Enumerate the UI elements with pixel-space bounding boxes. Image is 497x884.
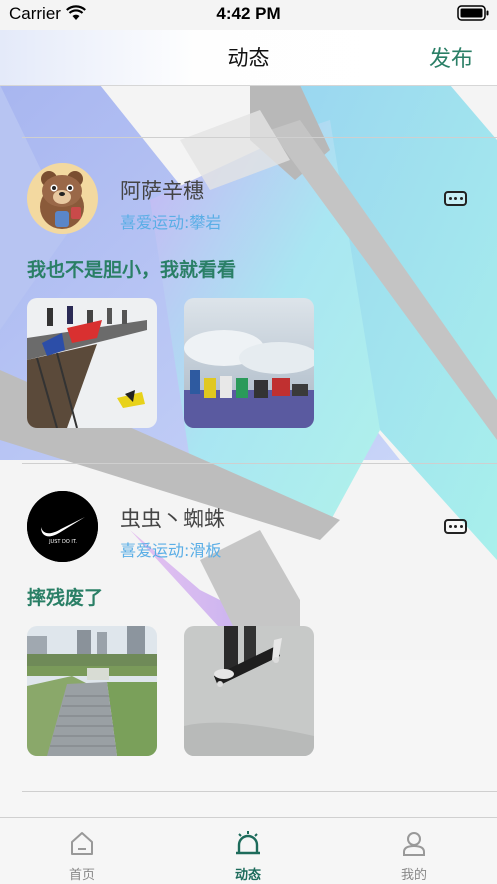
post-card: 阿萨辛穗 喜爱运动:攀岩 我也不是胆小，我就看看	[0, 163, 497, 463]
avatar-bear[interactable]	[27, 163, 98, 234]
skateboard-photo	[184, 626, 314, 756]
more-options-button[interactable]	[444, 519, 467, 534]
post-text: 摔残废了	[27, 587, 104, 609]
tab-bar: 首页 动态 我的	[0, 817, 497, 884]
alarm-icon	[236, 831, 260, 855]
publish-button[interactable]: 发布	[429, 41, 473, 73]
tab-home[interactable]: 首页	[22, 818, 142, 884]
tab-feed[interactable]: 动态	[188, 818, 308, 884]
post-photo[interactable]	[184, 298, 314, 428]
svg-text:JUST DO IT.: JUST DO IT.	[48, 539, 77, 545]
bridge-jump-photo	[27, 298, 157, 428]
avatar-bear-illustration	[27, 163, 98, 234]
feed-list[interactable]: 阿萨辛穗 喜爱运动:攀岩 我也不是胆小，我就看看 JUST DO IT. 虫虫丶…	[0, 85, 497, 817]
divider	[22, 137, 497, 138]
nike-logo-avatar: JUST DO IT.	[27, 491, 98, 562]
stadium-stairs-photo	[27, 626, 157, 756]
divider	[22, 791, 497, 792]
cliff-edge-photo	[184, 298, 314, 428]
page-title: 动态	[227, 46, 270, 70]
post-photo[interactable]	[27, 298, 157, 428]
hobby-label: 喜爱运动:滑板	[120, 541, 222, 560]
tab-label: 动态	[234, 868, 261, 883]
divider	[22, 463, 497, 464]
battery-icon	[457, 5, 489, 21]
more-options-button[interactable]	[444, 191, 467, 206]
status-bar: Carrier 4:42 PM	[0, 0, 497, 30]
post-card: JUST DO IT. 虫虫丶蜘蛛 喜爱运动:滑板 摔残废了	[0, 491, 497, 791]
navigation-bar: 动态 发布	[0, 30, 497, 86]
post-photo[interactable]	[27, 626, 157, 756]
post-photo[interactable]	[184, 626, 314, 756]
clock: 4:42 PM	[216, 4, 281, 23]
home-icon	[71, 832, 93, 855]
hobby-label: 喜爱运动:攀岩	[120, 213, 222, 232]
username[interactable]: 虫虫丶蜘蛛	[120, 503, 225, 533]
tab-label: 首页	[68, 868, 95, 883]
tab-label: 我的	[400, 868, 427, 883]
tab-profile[interactable]: 我的	[354, 818, 474, 884]
person-icon	[403, 832, 425, 856]
avatar-nike[interactable]: JUST DO IT.	[27, 491, 98, 562]
post-text: 我也不是胆小，我就看看	[27, 259, 237, 281]
username[interactable]: 阿萨辛穗	[120, 175, 204, 205]
